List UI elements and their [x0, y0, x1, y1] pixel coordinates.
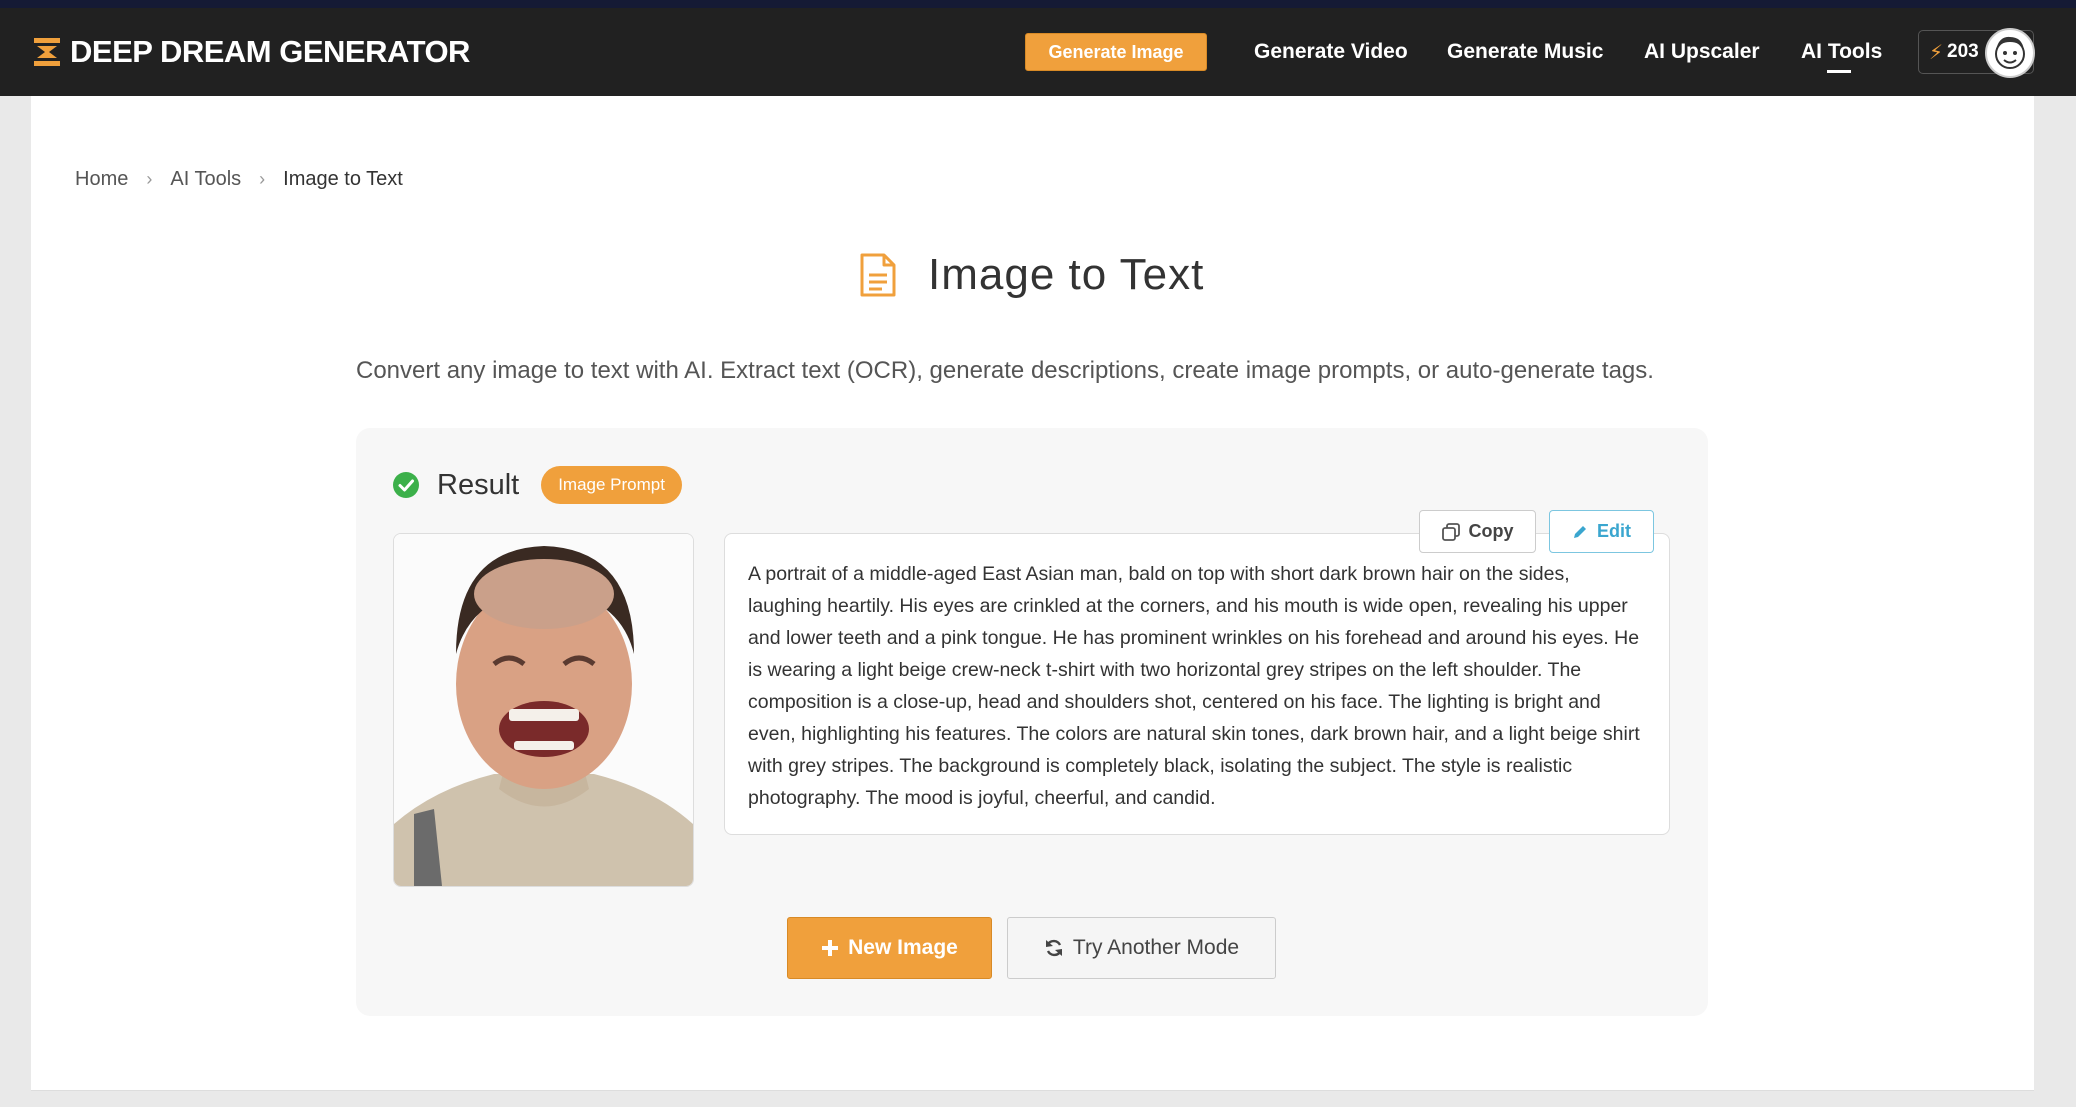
nav-active-indicator [1827, 70, 1851, 73]
check-circle-icon [393, 472, 419, 498]
breadcrumb-ai-tools[interactable]: AI Tools [170, 168, 241, 191]
lightning-icon: ⚡︎ [1929, 41, 1944, 64]
portrait-photo [394, 534, 693, 886]
logo-icon [34, 38, 60, 66]
breadcrumb-current: Image to Text [283, 168, 403, 190]
try-another-mode-button[interactable]: Try Another Mode [1007, 917, 1276, 979]
avatar-face-icon [1995, 36, 2025, 69]
result-text-area[interactable]: A portrait of a middle-aged East Asian m… [724, 533, 1670, 835]
result-label: Result [437, 468, 520, 501]
pencil-icon [1572, 524, 1588, 540]
credits-count: 203 [1947, 41, 1979, 62]
avatar[interactable] [1985, 28, 2035, 78]
plus-icon [821, 939, 839, 957]
navbar: DEEP DREAM GENERATOR Generate Image Gene… [0, 8, 2076, 96]
chevron-right-icon: › [259, 169, 266, 189]
edit-label: Edit [1597, 521, 1631, 541]
nav-ai-upscaler[interactable]: AI Upscaler [1644, 8, 1760, 96]
uploaded-image-thumbnail [393, 533, 694, 887]
try-another-mode-label: Try Another Mode [1072, 936, 1240, 959]
breadcrumb: Home › AI Tools › Image to Text [75, 168, 403, 191]
refresh-icon [1044, 938, 1064, 958]
new-image-button[interactable]: New Image [787, 917, 992, 979]
nav-ai-tools[interactable]: AI Tools [1801, 8, 1882, 96]
edit-button[interactable]: Edit [1549, 510, 1654, 553]
logo-text: DEEP DREAM GENERATOR [70, 34, 470, 69]
chevron-right-icon: › [146, 169, 153, 189]
nav-generate-video[interactable]: Generate Video [1254, 8, 1408, 96]
document-icon [860, 253, 896, 297]
copy-label: Copy [1468, 521, 1514, 541]
generate-image-button[interactable]: Generate Image [1025, 33, 1207, 71]
mode-badge: Image Prompt [541, 466, 682, 504]
result-header: Result Image Prompt [393, 466, 682, 504]
copy-button[interactable]: Copy [1419, 510, 1536, 553]
page-title-text: Image to Text [928, 250, 1205, 299]
page-title: Image to Text [858, 250, 1204, 300]
nav-generate-music[interactable]: Generate Music [1447, 8, 1603, 96]
breadcrumb-home[interactable]: Home [75, 168, 128, 191]
top-accent-line [0, 0, 2076, 8]
copy-icon [1441, 522, 1460, 541]
new-image-label: New Image [848, 936, 958, 959]
page-subtitle: Convert any image to text with AI. Extra… [356, 357, 1654, 384]
logo[interactable]: DEEP DREAM GENERATOR [34, 8, 470, 96]
